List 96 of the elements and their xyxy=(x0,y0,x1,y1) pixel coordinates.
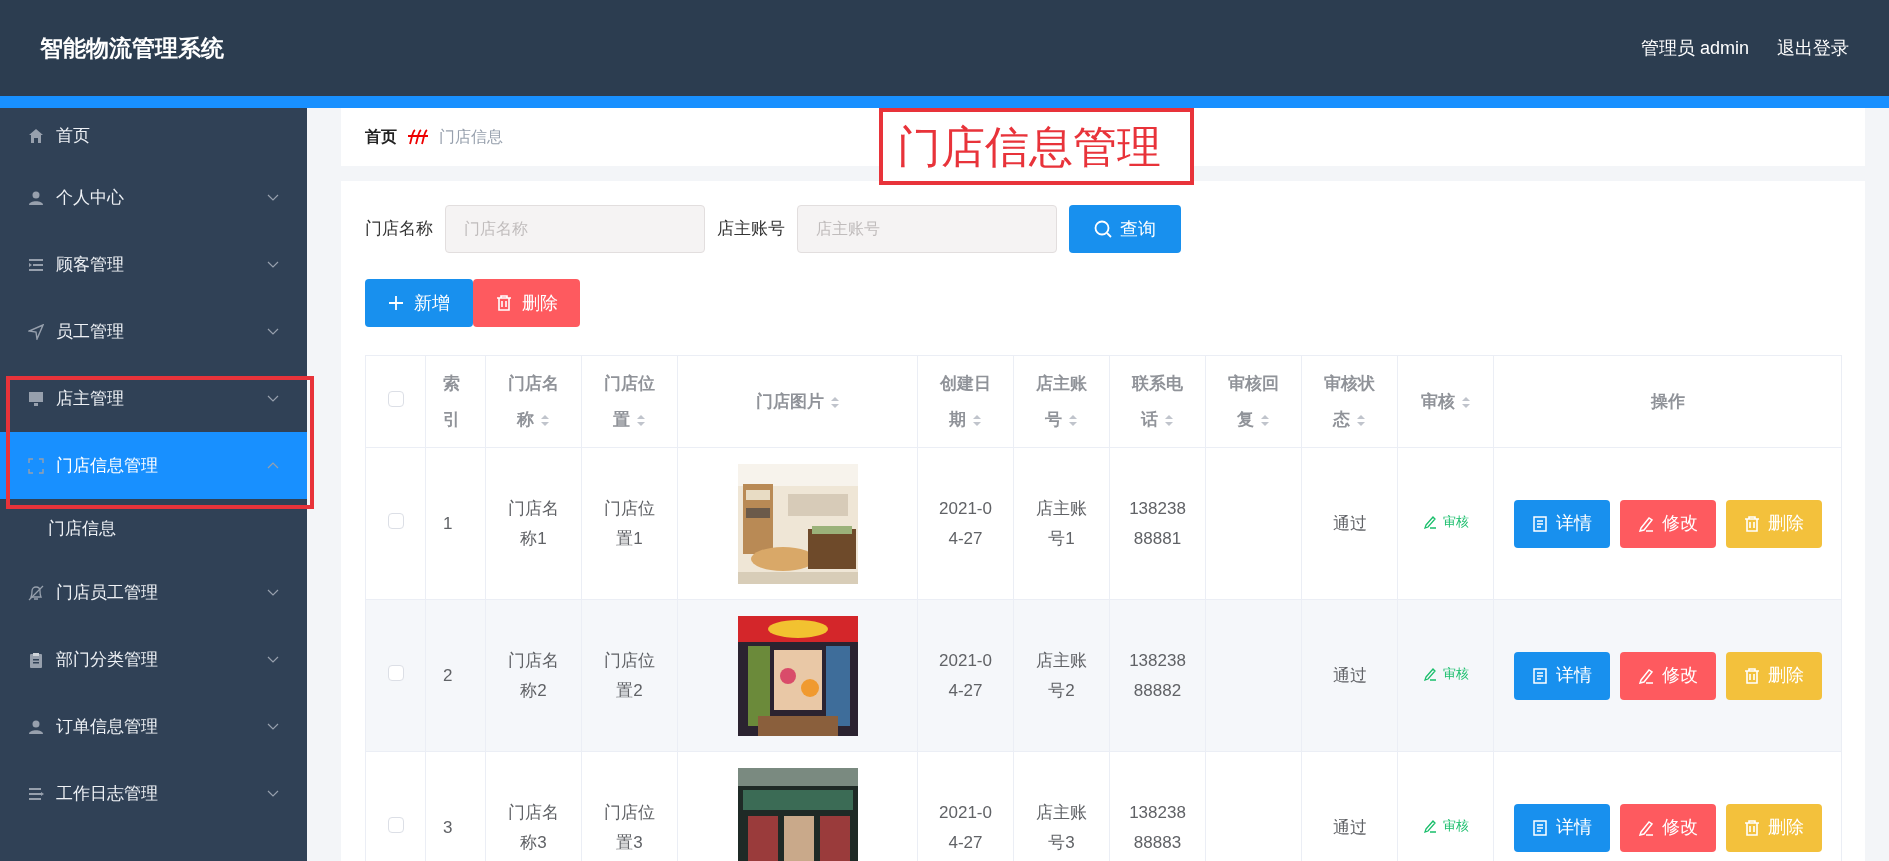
checkbox[interactable] xyxy=(387,512,404,529)
navigation-icon xyxy=(28,323,44,340)
pencil-icon xyxy=(1422,514,1437,529)
sort-icon xyxy=(1068,413,1078,427)
column-header: 操作 xyxy=(1649,390,1686,413)
table-cell: 门店名称1 xyxy=(508,498,559,548)
edit-button[interactable]: 修改 xyxy=(1619,499,1716,548)
table-cell: 13823888883 xyxy=(1129,802,1186,852)
plus-icon xyxy=(388,295,404,311)
pencil-icon xyxy=(1422,818,1437,833)
status-text: 通过 xyxy=(1332,665,1367,685)
trash-icon xyxy=(1743,819,1760,836)
delete-button[interactable]: 删除 xyxy=(1725,499,1822,548)
edit-button[interactable]: 修改 xyxy=(1619,803,1716,852)
sidebar-item[interactable]: 部门分类管理 xyxy=(0,626,307,693)
checkbox[interactable] xyxy=(387,390,404,407)
monitor-icon xyxy=(28,390,44,407)
audit-link[interactable]: 审核 xyxy=(1422,816,1469,836)
search-button[interactable]: 查询 xyxy=(1069,205,1181,253)
table-cell: 13823888882 xyxy=(1129,650,1186,700)
document-icon xyxy=(1531,515,1548,532)
user-name: 管理员 admin xyxy=(1640,36,1749,60)
table-cell: 门店名称2 xyxy=(508,650,559,700)
bell-off-icon xyxy=(28,584,44,601)
clipboard-icon xyxy=(28,651,44,668)
table-cell: 2021-04-27 xyxy=(939,650,992,700)
column-header: 索引 xyxy=(443,372,461,431)
submenu-item[interactable]: 门店信息 xyxy=(0,499,307,559)
audit-link[interactable]: 审核 xyxy=(1422,664,1469,684)
pencil-icon xyxy=(1637,515,1654,532)
sidebar-item[interactable]: 订单信息管理 xyxy=(0,693,307,760)
sidebar-item[interactable]: 门店信息管理 xyxy=(0,432,307,499)
sidebar-item[interactable]: 个人中心 xyxy=(0,164,307,231)
sidebar-item[interactable]: 顾客管理 xyxy=(0,231,307,298)
document-icon xyxy=(1531,819,1548,836)
sort-icon xyxy=(972,413,982,427)
edit-button[interactable]: 修改 xyxy=(1619,651,1716,700)
table-cell: 3 xyxy=(443,817,453,837)
logout-link[interactable]: 退出登录 xyxy=(1777,34,1849,62)
sort-icon xyxy=(1260,413,1270,427)
pencil-icon xyxy=(1422,666,1437,681)
checkbox[interactable] xyxy=(387,664,404,681)
table-cell: 店主账号1 xyxy=(1036,498,1087,548)
sort-icon xyxy=(829,395,840,409)
pencil-icon xyxy=(1637,667,1654,684)
sidebar-item[interactable]: 店主管理 xyxy=(0,365,307,432)
sort-icon xyxy=(1460,395,1471,409)
detail-button[interactable]: 详情 xyxy=(1513,499,1610,548)
trash-icon xyxy=(495,295,512,311)
table-cell: 门店名称3 xyxy=(508,802,559,852)
sort-icon xyxy=(1164,413,1174,427)
status-text: 通过 xyxy=(1332,513,1367,533)
scan-icon xyxy=(28,457,44,474)
delete-button[interactable]: 删除 xyxy=(1725,651,1822,700)
field-label: 门店名称 xyxy=(365,218,433,241)
pencil-icon xyxy=(1637,819,1654,836)
document-icon xyxy=(1531,667,1548,684)
field-label: 店主账号 xyxy=(717,218,785,241)
detail-button[interactable]: 详情 xyxy=(1513,651,1610,700)
table-cell: 门店位置1 xyxy=(604,498,655,548)
table-cell: 2 xyxy=(443,665,453,685)
table-cell: 2021-04-27 xyxy=(939,802,992,852)
delete-button[interactable]: 删除 xyxy=(473,279,580,327)
list-icon xyxy=(28,785,44,802)
breadcrumb-link[interactable]: 首页 xyxy=(365,125,397,149)
sidebar-item[interactable]: 首页 xyxy=(0,108,307,164)
table-cell: 13823888881 xyxy=(1129,498,1186,548)
delete-button[interactable]: 删除 xyxy=(1725,803,1822,852)
audit-link[interactable]: 审核 xyxy=(1422,512,1469,532)
table-cell: 1 xyxy=(443,513,453,533)
home-icon xyxy=(28,128,44,144)
list-icon xyxy=(28,256,44,273)
sort-icon xyxy=(636,413,646,427)
sidebar-item[interactable]: 员工管理 xyxy=(0,298,307,365)
sort-icon xyxy=(540,413,550,427)
table-cell: 门店位置3 xyxy=(604,802,655,852)
annotation-label: 门店信息管理 xyxy=(879,108,1194,185)
sidebar-item[interactable]: 门店员工管理 xyxy=(0,559,307,626)
table-cell: 2021-04-27 xyxy=(939,498,992,548)
separator-icon xyxy=(407,128,429,146)
search-icon xyxy=(1094,220,1112,238)
user-icon xyxy=(28,189,44,206)
trash-icon xyxy=(1743,515,1760,532)
table-cell: 店主账号2 xyxy=(1036,650,1087,700)
table-cell: 门店位置2 xyxy=(604,650,655,700)
trash-icon xyxy=(1743,667,1760,684)
table-cell: 店主账号3 xyxy=(1036,802,1087,852)
add-button[interactable]: 新增 xyxy=(365,279,473,327)
app-title: 智能物流管理系统 xyxy=(40,33,224,63)
user-icon xyxy=(28,718,44,735)
breadcrumb-link[interactable]: 门店信息 xyxy=(439,125,503,149)
sort-icon xyxy=(1356,413,1366,427)
checkbox[interactable] xyxy=(387,816,404,833)
detail-button[interactable]: 详情 xyxy=(1513,803,1610,852)
sidebar-item[interactable]: 工作日志管理 xyxy=(0,760,307,827)
status-text: 通过 xyxy=(1332,817,1367,837)
